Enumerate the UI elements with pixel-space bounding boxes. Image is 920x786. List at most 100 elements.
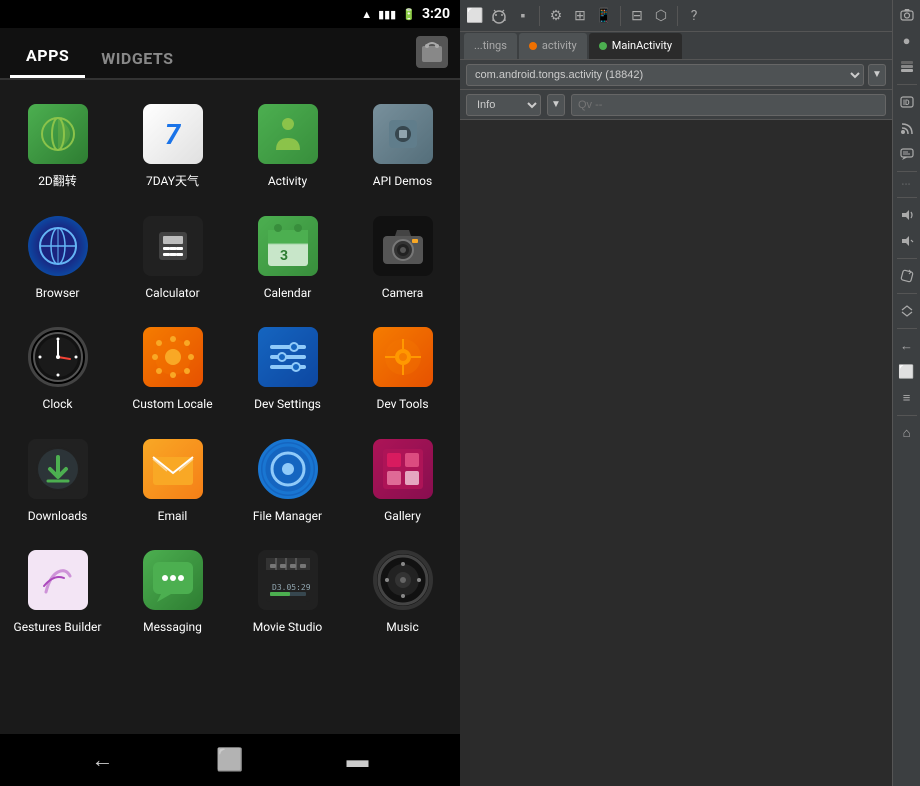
app-7day-label: 7DAY天气 xyxy=(146,174,199,190)
app-grid: 2D翻转 7 7DAY天气 Activity xyxy=(0,80,460,734)
toolbar-icon-1[interactable]: ⬜ xyxy=(464,5,486,27)
ide-tabs: ...tings activity MainActivity xyxy=(460,32,892,60)
sidebar-sep-3 xyxy=(897,197,917,198)
sidebar-layers-icon[interactable] xyxy=(896,56,918,78)
sidebar-expand-icon[interactable] xyxy=(896,300,918,322)
app-row-4: Gestures Builder Messaging xyxy=(0,536,460,648)
app-custom-locale-label: Custom Locale xyxy=(132,397,212,413)
toolbar-icon-android[interactable] xyxy=(488,5,510,27)
app-dev-settings-icon xyxy=(256,325,320,389)
sidebar-circle-icon[interactable]: ● xyxy=(896,30,918,52)
log-level-select[interactable]: Info Verbose Debug Warn Error xyxy=(466,94,541,116)
sidebar-list-icon[interactable]: ≡ xyxy=(896,387,918,409)
ide-tab-main-activity[interactable]: MainActivity xyxy=(589,33,682,59)
signal-icon: ▮▮▮ xyxy=(378,8,396,21)
device-dropdown-btn[interactable]: ▼ xyxy=(868,64,886,86)
sidebar-chat-icon[interactable] xyxy=(896,143,918,165)
app-calculator[interactable]: Calculator xyxy=(115,202,230,314)
sidebar-home-icon[interactable]: ⌂ xyxy=(896,422,918,444)
sidebar-sep-2 xyxy=(897,171,917,172)
toolbar-separator-3 xyxy=(677,6,678,26)
app-file-manager-label: File Manager xyxy=(253,509,322,525)
log-search-input[interactable] xyxy=(571,94,886,116)
app-movie-studio[interactable]: D3.05:29 Movie Studio xyxy=(230,536,345,648)
back-button[interactable]: ← xyxy=(91,747,113,773)
sidebar-volume-up-icon[interactable] xyxy=(896,204,918,226)
toolbar-icon-android2[interactable]: ⬡ xyxy=(650,5,672,27)
app-music[interactable]: Music xyxy=(345,536,460,648)
app-clock[interactable]: Clock xyxy=(0,313,115,425)
sidebar-rss-icon[interactable] xyxy=(896,117,918,139)
app-movie-studio-icon: D3.05:29 xyxy=(256,548,320,612)
sidebar-sep-7 xyxy=(897,415,917,416)
app-gestures-builder[interactable]: Gestures Builder xyxy=(0,536,115,648)
recents-button[interactable]: ▬ xyxy=(347,747,369,773)
sidebar-volume-down-icon[interactable] xyxy=(896,230,918,252)
app-gallery[interactable]: Gallery xyxy=(345,425,460,537)
app-dev-tools-icon xyxy=(371,325,435,389)
app-api-demos[interactable]: API Demos xyxy=(345,90,460,202)
app-messaging-label: Messaging xyxy=(143,620,202,636)
app-activity-label: Activity xyxy=(268,174,307,190)
app-activity[interactable]: Activity xyxy=(230,90,345,202)
ide-tab-settings[interactable]: ...tings xyxy=(464,33,517,59)
app-browser-label: Browser xyxy=(36,286,80,302)
app-calendar[interactable]: 3 Calendar xyxy=(230,202,345,314)
device-selector[interactable]: com.android.tongs.activity (18842) xyxy=(466,64,864,86)
sidebar-back-icon[interactable]: ← xyxy=(896,335,918,357)
app-file-manager[interactable]: File Manager xyxy=(230,425,345,537)
app-messaging[interactable]: Messaging xyxy=(115,536,230,648)
toolbar-icon-question[interactable]: ? xyxy=(683,5,705,27)
toolbar-icon-grid2[interactable]: ⊟ xyxy=(626,5,648,27)
main-activity-tab-label: MainActivity xyxy=(612,39,672,52)
android-nav-bar: ← ⬜ ▬ xyxy=(0,734,460,786)
sidebar-square-icon[interactable]: ⬜ xyxy=(896,361,918,383)
app-dev-tools[interactable]: Dev Tools xyxy=(345,313,460,425)
log-level-row: Info Verbose Debug Warn Error ▼ xyxy=(460,90,892,120)
app-email-label: Email xyxy=(158,509,188,525)
app-downloads-label: Downloads xyxy=(28,509,88,525)
app-downloads-icon xyxy=(26,437,90,501)
log-content-area xyxy=(460,120,892,786)
app-7day[interactable]: 7 7DAY天气 xyxy=(115,90,230,202)
app-browser-icon xyxy=(26,214,90,278)
activity-tab-label: activity xyxy=(542,39,577,52)
device-selector-row: com.android.tongs.activity (18842) ▼ xyxy=(460,60,892,90)
app-2d-label: 2D翻转 xyxy=(38,174,77,190)
sidebar-rotate-icon[interactable] xyxy=(896,265,918,287)
app-clock-icon xyxy=(26,325,90,389)
sidebar-camera-icon[interactable] xyxy=(896,4,918,26)
app-dev-settings[interactable]: Dev Settings xyxy=(230,313,345,425)
log-level-dropdown-btn[interactable]: ▼ xyxy=(547,94,565,116)
app-calendar-label: Calendar xyxy=(264,286,312,302)
app-email[interactable]: Email xyxy=(115,425,230,537)
toolbar-icon-phone[interactable]: 📱 xyxy=(593,5,615,27)
app-calendar-icon: 3 xyxy=(256,214,320,278)
app-browser[interactable]: Browser xyxy=(0,202,115,314)
toolbar-icon-square2[interactable]: ▪ xyxy=(512,5,534,27)
sidebar-sep-5 xyxy=(897,293,917,294)
market-icon[interactable] xyxy=(414,34,450,70)
app-custom-locale-icon xyxy=(141,325,205,389)
app-email-icon xyxy=(141,437,205,501)
ide-tab-activity[interactable]: activity xyxy=(519,33,587,59)
app-api-demos-icon xyxy=(371,102,435,166)
apps-tab[interactable]: APPS xyxy=(10,36,85,78)
toolbar-icon-grid[interactable]: ⊞ xyxy=(569,5,591,27)
status-bar: ▲ ▮▮▮ 🔋 3:20 xyxy=(0,0,460,28)
toolbar-icon-gear[interactable]: ⚙ xyxy=(545,5,567,27)
widgets-tab[interactable]: WIDGETS xyxy=(85,39,189,78)
app-gallery-label: Gallery xyxy=(384,509,421,525)
app-custom-locale[interactable]: Custom Locale xyxy=(115,313,230,425)
app-tab-bar: APPS WIDGETS xyxy=(0,28,460,80)
app-camera-label: Camera xyxy=(382,286,424,302)
app-camera[interactable]: Camera xyxy=(345,202,460,314)
main-activity-tab-dot xyxy=(599,42,607,50)
home-button[interactable]: ⬜ xyxy=(216,748,243,773)
app-calculator-label: Calculator xyxy=(145,286,199,302)
sidebar-id-icon[interactable]: ID xyxy=(896,91,918,113)
app-movie-studio-label: Movie Studio xyxy=(253,620,323,636)
app-2d[interactable]: 2D翻转 xyxy=(0,90,115,202)
app-downloads[interactable]: Downloads xyxy=(0,425,115,537)
clock-display: 3:20 xyxy=(422,6,450,22)
